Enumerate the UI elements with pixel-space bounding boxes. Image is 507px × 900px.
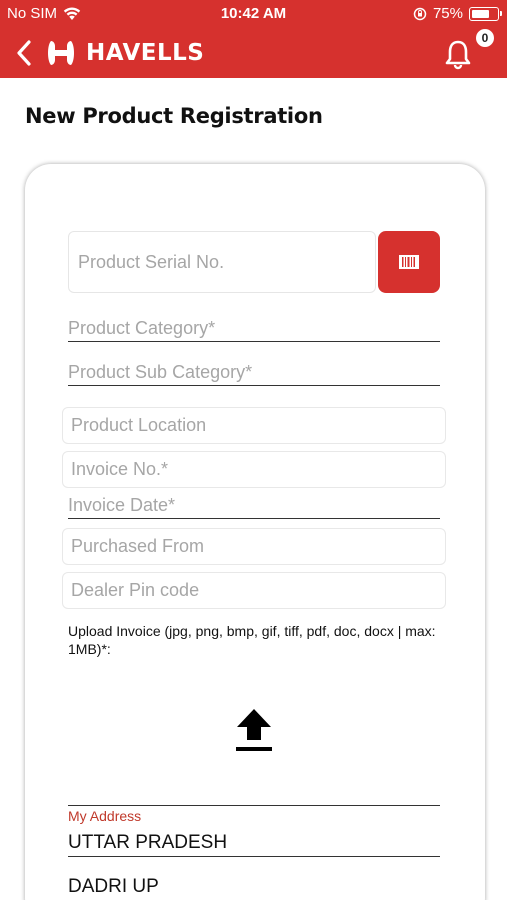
product-location-placeholder: Product Location [71,415,207,435]
upload-divider [68,805,440,806]
invoice-no-placeholder: Invoice No.* [71,459,169,479]
product-sub-category-field[interactable]: Product Sub Category* [68,362,440,386]
my-address-label: My Address [68,808,142,824]
status-bar: No SIM 10:42 AM 75% [0,0,507,28]
nav-bar: HAVELLS 0 [0,28,507,78]
product-sub-category-placeholder: Product Sub Category* [68,362,253,382]
serial-placeholder: Product Serial No. [78,251,225,272]
notification-count-badge: 0 [475,28,495,48]
barcode-icon [399,255,419,269]
brand-name: HAVELLS [86,40,205,66]
address-city-field[interactable]: DADRI UP [68,876,159,898]
battery-percent: 75% [432,5,463,22]
notifications-button[interactable] [443,36,477,70]
address-city-value: DADRI UP [68,876,159,897]
address-state-field[interactable]: UTTAR PRADESH [68,832,440,857]
dealer-pin-code-placeholder: Dealer Pin code [71,580,200,600]
product-category-placeholder: Product Category* [68,318,216,338]
invoice-date-placeholder: Invoice Date* [68,495,176,515]
upload-invoice-label: Upload Invoice (jpg, png, bmp, gif, tiff… [68,623,436,657]
status-right: 75% [413,5,502,22]
product-serial-input[interactable]: Product Serial No. [68,231,376,293]
product-category-field[interactable]: Product Category* [68,318,440,342]
product-location-input[interactable]: Product Location [62,407,446,444]
purchased-from-placeholder: Purchased From [71,536,205,556]
bell-icon [445,40,471,70]
battery-icon [469,6,502,21]
upload-invoice-button[interactable] [234,706,274,754]
havells-logo-icon [48,41,74,65]
page-title: New Product Registration [25,104,323,128]
invoice-date-field[interactable]: Invoice Date* [68,495,440,519]
brand: HAVELLS [44,36,204,70]
address-state-value: UTTAR PRADESH [68,832,228,853]
chevron-left-icon [17,40,31,66]
purchased-from-input[interactable]: Purchased From [62,528,446,565]
back-button[interactable] [6,34,42,72]
dealer-pin-code-input[interactable]: Dealer Pin code [62,572,446,609]
orientation-lock-icon [413,7,427,20]
scan-barcode-button[interactable] [378,231,440,293]
invoice-no-input[interactable]: Invoice No.* [62,451,446,488]
upload-icon [236,709,272,751]
